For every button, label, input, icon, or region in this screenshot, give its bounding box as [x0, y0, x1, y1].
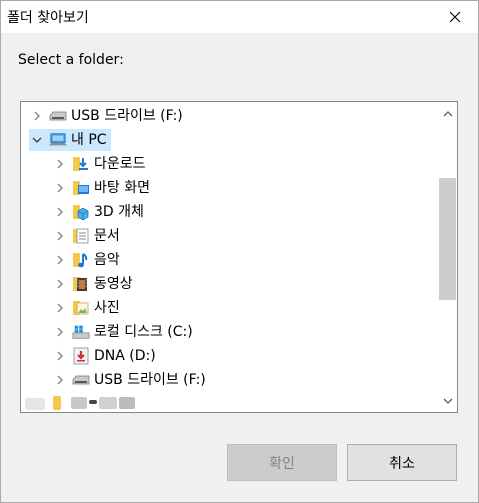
- tree-item-label: 음악: [94, 252, 120, 268]
- chevron-right-icon[interactable]: [52, 324, 68, 340]
- tree-item-partial-blurred[interactable]: [25, 392, 145, 412]
- 3d-objects-folder-icon: [72, 203, 90, 221]
- tree-item-label: 동영상: [94, 276, 133, 292]
- tree-item-downloads[interactable]: 다운로드: [21, 152, 438, 176]
- vertical-scrollbar[interactable]: [438, 102, 457, 412]
- desktop-folder-icon: [72, 179, 90, 197]
- chevron-right-icon[interactable]: [52, 180, 68, 196]
- tree-item-label: 로컬 디스크 (C:): [94, 324, 193, 340]
- documents-folder-icon: [72, 227, 90, 245]
- tree-rows: USB 드라이브 (F:) 내 PC 다운로드 바탕 화면 3D 개체 문서 음…: [21, 104, 438, 392]
- tree-item-label: 문서: [94, 228, 120, 244]
- chevron-right-icon[interactable]: [52, 228, 68, 244]
- chevron-down-icon[interactable]: [29, 132, 45, 148]
- downloads-folder-icon: [72, 155, 90, 173]
- chevron-right-icon[interactable]: [52, 156, 68, 172]
- tree-item-local-disk-c[interactable]: 로컬 디스크 (C:): [21, 320, 438, 344]
- tree-item-music[interactable]: 음악: [21, 248, 438, 272]
- close-icon: [449, 11, 461, 23]
- dna-drive-icon: [72, 347, 90, 365]
- close-button[interactable]: [432, 1, 478, 33]
- chevron-right-icon[interactable]: [52, 348, 68, 364]
- tree-item-usb-drive-top[interactable]: USB 드라이브 (F:): [21, 104, 438, 128]
- usb-drive-icon: [72, 371, 90, 389]
- folder-browser-dialog: 폴더 찾아보기 Select a folder: USB 드라이브 (F:) 내…: [0, 0, 479, 503]
- tree-item-usb-drive-f[interactable]: USB 드라이브 (F:): [21, 368, 438, 392]
- scroll-up-button[interactable]: [438, 104, 457, 122]
- chevron-up-icon: [443, 110, 452, 116]
- window-title: 폴더 찾아보기: [7, 10, 89, 26]
- ok-button[interactable]: 확인: [227, 444, 337, 481]
- windows-drive-icon: [72, 323, 90, 341]
- chevron-right-icon[interactable]: [52, 276, 68, 292]
- tree-item-label: 사진: [94, 300, 120, 316]
- tree-item-label: USB 드라이브 (F:): [71, 108, 183, 124]
- title-bar: 폴더 찾아보기: [1, 1, 478, 33]
- music-folder-icon: [72, 251, 90, 269]
- videos-folder-icon: [72, 275, 90, 293]
- folder-tree[interactable]: USB 드라이브 (F:) 내 PC 다운로드 바탕 화면 3D 개체 문서 음…: [20, 101, 458, 413]
- usb-drive-icon: [49, 107, 67, 125]
- select-folder-prompt: Select a folder:: [18, 52, 124, 68]
- chevron-right-icon[interactable]: [29, 108, 45, 124]
- scroll-thumb[interactable]: [439, 178, 456, 300]
- tree-item-label: 3D 개체: [94, 204, 144, 220]
- chevron-right-icon[interactable]: [52, 204, 68, 220]
- tree-item-dna-d[interactable]: DNA (D:): [21, 344, 438, 368]
- cancel-button[interactable]: 취소: [347, 444, 457, 481]
- tree-item-label: 다운로드: [94, 156, 146, 172]
- tree-item-desktop[interactable]: 바탕 화면: [21, 176, 438, 200]
- chevron-right-icon[interactable]: [52, 300, 68, 316]
- tree-item-label: USB 드라이브 (F:): [94, 372, 206, 388]
- tree-item-label: 바탕 화면: [94, 180, 150, 196]
- chevron-down-icon: [443, 398, 452, 404]
- tree-item-label: 내 PC: [71, 132, 107, 148]
- this-pc-icon: [49, 131, 67, 149]
- scroll-down-button[interactable]: [438, 392, 457, 410]
- tree-item-documents[interactable]: 문서: [21, 224, 438, 248]
- chevron-right-icon[interactable]: [52, 252, 68, 268]
- tree-item-videos[interactable]: 동영상: [21, 272, 438, 296]
- tree-item-pictures[interactable]: 사진: [21, 296, 438, 320]
- tree-item-this-pc[interactable]: 내 PC: [21, 128, 438, 152]
- tree-item-3d-objects[interactable]: 3D 개체: [21, 200, 438, 224]
- chevron-right-icon[interactable]: [52, 372, 68, 388]
- tree-item-label: DNA (D:): [94, 348, 156, 364]
- pictures-folder-icon: [72, 299, 90, 317]
